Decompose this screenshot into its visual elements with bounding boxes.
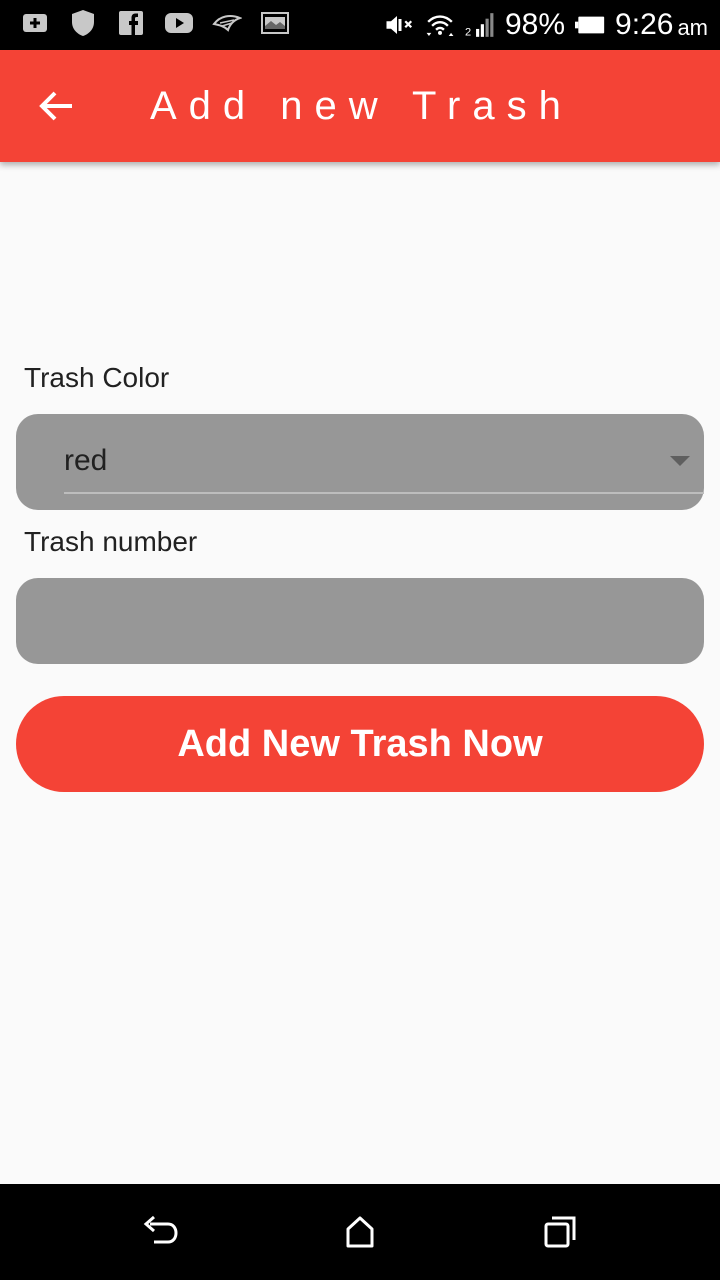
recents-icon bbox=[544, 1216, 576, 1248]
clock-time: 9:26 bbox=[615, 8, 674, 41]
app-bar: Add new Trash bbox=[0, 50, 720, 162]
battery-icon bbox=[575, 10, 605, 40]
add-new-trash-button[interactable]: Add New Trash Now bbox=[16, 696, 704, 792]
dropdown-arrow-icon bbox=[670, 456, 690, 466]
bird-icon bbox=[212, 8, 242, 38]
status-bar: 2 98% 9:26 am bbox=[0, 0, 720, 50]
system-status: 2 98% 9:26 am bbox=[385, 4, 708, 46]
trash-color-dropdown[interactable]: red bbox=[16, 414, 704, 510]
back-button[interactable] bbox=[24, 74, 88, 138]
youtube-icon bbox=[164, 8, 194, 38]
nav-back-button[interactable] bbox=[140, 1212, 180, 1252]
svg-text:2: 2 bbox=[465, 26, 471, 38]
add-box-icon bbox=[20, 8, 50, 38]
notification-icons bbox=[20, 8, 290, 38]
battery-percent: 98% bbox=[505, 8, 566, 41]
nav-recents-button[interactable] bbox=[540, 1212, 580, 1252]
nav-home-button[interactable] bbox=[340, 1212, 380, 1252]
trash-color-selected-value: red bbox=[64, 444, 108, 477]
navigation-bar bbox=[0, 1184, 720, 1280]
wifi-icon bbox=[425, 10, 455, 40]
trash-number-input[interactable] bbox=[16, 578, 704, 664]
home-icon bbox=[346, 1216, 374, 1248]
page-title: Add new Trash bbox=[150, 84, 573, 128]
trash-number-label: Trash number bbox=[24, 526, 198, 557]
trash-color-label: Trash Color bbox=[24, 362, 170, 393]
back-icon bbox=[143, 1215, 178, 1244]
shield-icon bbox=[68, 8, 98, 38]
screen: 2 98% 9:26 am Add new Trash Trash Color … bbox=[0, 0, 720, 1280]
dropdown-underline bbox=[64, 492, 704, 494]
clock-ampm: am bbox=[677, 15, 708, 40]
picture-icon bbox=[260, 8, 290, 38]
mute-icon bbox=[385, 10, 415, 40]
facebook-icon bbox=[116, 8, 146, 38]
signal-icon: 2 bbox=[465, 10, 495, 40]
arrow-back-icon bbox=[39, 91, 72, 121]
